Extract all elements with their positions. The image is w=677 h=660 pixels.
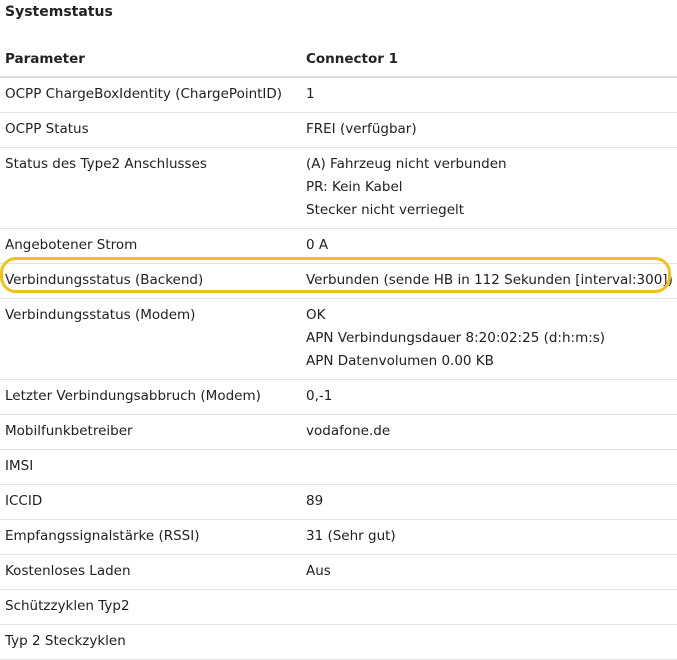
parameter-cell: Typ 2 Steckzyklen: [0, 624, 301, 660]
value-line: 31 (Sehr gut): [306, 528, 396, 544]
column-header-parameter: Parameter: [0, 42, 301, 78]
value-cell: 0 A: [301, 228, 677, 264]
value-line: Verbunden (sende HB in 112 Sekunden [int…: [306, 272, 673, 288]
parameter-cell: Mobilfunkbetreiber: [0, 414, 301, 450]
table-row: Letzter Verbindungsabbruch (Modem) 0,-1: [0, 379, 677, 415]
parameter-cell: Schützzyklen Typ2: [0, 589, 301, 625]
table-row: IMSI: [0, 449, 677, 485]
table-row: Schützzyklen Typ2: [0, 589, 677, 625]
table-row: Empfangssignalstärke (RSSI) 31 (Sehr gut): [0, 519, 677, 555]
value-line: APN Verbindungsdauer 8:20:02:25 (d:h:m:s…: [306, 330, 606, 346]
parameter-cell: OCPP Status: [0, 112, 301, 148]
parameter-cell: Verbindungsstatus (Backend): [0, 263, 301, 299]
value-line: [306, 630, 677, 653]
parameter-cell: OCPP ChargeBoxIdentity (ChargePointID): [0, 77, 301, 113]
value-cell: vodafone.de: [301, 414, 677, 450]
value-cell: Aus: [301, 554, 677, 590]
value-line: 0,-1: [306, 388, 333, 404]
value-cell: (A) Fahrzeug nicht verbunden PR: Kein Kab…: [301, 147, 677, 229]
table-row: Kostenloses Laden Aus: [0, 554, 677, 590]
parameter-cell: ICCID: [0, 484, 301, 520]
value-line: [306, 595, 677, 618]
value-cell: OK APN Verbindungsdauer 8:20:02:25 (d:h:m…: [301, 298, 677, 380]
table-row: OCPP ChargeBoxIdentity (ChargePointID) 1: [0, 77, 677, 113]
parameter-cell: Kostenloses Laden: [0, 554, 301, 590]
table-row: Typ 2 Steckzyklen: [0, 624, 677, 660]
value-cell: 1: [301, 77, 677, 113]
parameter-cell: Verbindungsstatus (Modem): [0, 298, 301, 380]
value-line: [306, 455, 677, 478]
value-line: vodafone.de: [306, 423, 391, 439]
value-cell: 0,-1: [301, 379, 677, 415]
value-line: Stecker nicht verriegelt: [306, 202, 465, 218]
table-row: Status des Type2 Anschlusses (A) Fahrzeug…: [0, 147, 677, 229]
parameter-cell: Empfangssignalstärke (RSSI): [0, 519, 301, 555]
value-cell: 89: [301, 484, 677, 520]
table-header-row: Parameter Connector 1: [0, 42, 677, 78]
table-row: Verbindungsstatus (Modem) OK APN Verbindun…: [0, 298, 677, 380]
table-row: ICCID 89: [0, 484, 677, 520]
parameter-cell: Angebotener Strom: [0, 228, 301, 264]
value-line: (A) Fahrzeug nicht verbunden: [306, 156, 507, 172]
column-header-connector-1: Connector 1: [301, 42, 677, 78]
value-cell: [301, 449, 677, 485]
table-row: Verbindungsstatus (Backend) Verbunden (se…: [0, 263, 677, 299]
value-line: FREI (verfügbar): [306, 121, 417, 137]
status-table: Parameter Connector 1 OCPP ChargeBoxIden…: [0, 42, 677, 660]
value-line: 0 A: [306, 237, 329, 253]
table-row: Mobilfunkbetreiber vodafone.de: [0, 414, 677, 450]
value-cell: FREI (verfügbar): [301, 112, 677, 148]
value-cell: [301, 589, 677, 625]
value-cell: [301, 624, 677, 660]
table-row: OCPP Status FREI (verfügbar): [0, 112, 677, 148]
parameter-cell: Status des Type2 Anschlusses: [0, 147, 301, 229]
page-title: Systemstatus: [5, 4, 113, 20]
value-line: APN Datenvolumen 0.00 KB: [306, 353, 494, 369]
parameter-cell: IMSI: [0, 449, 301, 485]
value-cell: Verbunden (sende HB in 112 Sekunden [int…: [301, 263, 677, 299]
value-line: OK: [306, 307, 326, 323]
table-row: Angebotener Strom 0 A: [0, 228, 677, 264]
value-cell: 31 (Sehr gut): [301, 519, 677, 555]
value-line: 1: [306, 86, 315, 102]
value-line: PR: Kein Kabel: [306, 179, 403, 195]
value-line: Aus: [306, 563, 331, 579]
value-line: 89: [306, 493, 324, 509]
parameter-cell: Letzter Verbindungsabbruch (Modem): [0, 379, 301, 415]
